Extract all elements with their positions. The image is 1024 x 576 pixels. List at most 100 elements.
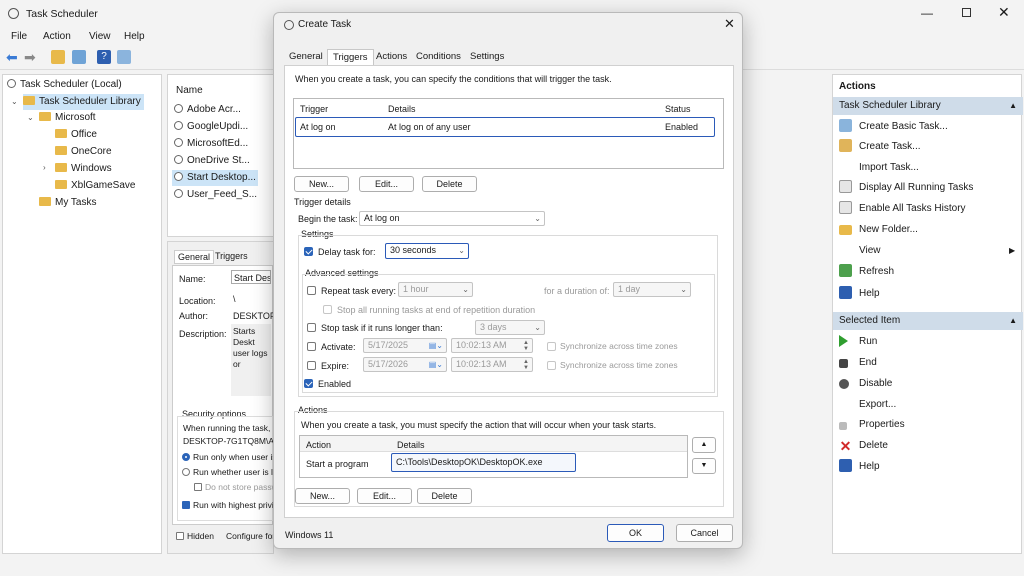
tree-xblgamesave[interactable]: XblGameSave	[55, 178, 135, 194]
action-display-running[interactable]: Display All Running Tasks	[839, 178, 973, 198]
action-end[interactable]: End	[839, 353, 877, 373]
dialog-close-icon[interactable]: ✕	[724, 16, 735, 32]
spinner-icon[interactable]: ▲ ▼	[523, 340, 529, 352]
menu-file[interactable]: File	[11, 31, 27, 42]
minimize-icon[interactable]: —	[921, 6, 933, 20]
action-help-item[interactable]: Help	[839, 457, 880, 477]
task-item-selected[interactable]: Start Desktop...	[172, 170, 258, 186]
action-delete[interactable]: ✕ Delete	[839, 436, 888, 456]
tree-root[interactable]: Task Scheduler (Local)	[7, 77, 122, 93]
trigger-edit-button[interactable]: Edit...	[359, 176, 414, 192]
action-type[interactable]: Start a program	[306, 459, 369, 469]
checkbox-store-password[interactable]: Do not store passwo	[194, 482, 282, 492]
tab-triggers[interactable]: Triggers	[215, 251, 248, 261]
stop-longer-select[interactable]: 3 days ⌄	[475, 320, 545, 335]
tab-general[interactable]: General	[284, 49, 328, 66]
menu-action[interactable]: Action	[43, 31, 71, 42]
tree-microsoft[interactable]: Microsoft	[39, 110, 96, 126]
action-help[interactable]: Help	[839, 284, 880, 304]
menu-help[interactable]: Help	[124, 31, 145, 42]
menu-view[interactable]: View	[89, 31, 111, 42]
col-action-details[interactable]: Details	[397, 440, 425, 450]
forward-arrow-icon[interactable]: ➡	[24, 49, 36, 66]
stop-all-checkbox[interactable]	[323, 305, 332, 314]
repeat-select[interactable]: 1 hour ⌄	[398, 282, 473, 297]
action-new-button[interactable]: New...	[295, 488, 350, 504]
maximize-icon[interactable]	[962, 8, 971, 17]
collapse-arrow-icon[interactable]: ▲	[1009, 312, 1017, 330]
action-create-basic-task[interactable]: Create Basic Task...	[839, 117, 948, 137]
name-column-header[interactable]: Name	[176, 85, 203, 96]
action-edit-button[interactable]: Edit...	[357, 488, 412, 504]
action-details-selected[interactable]: C:\Tools\DesktopOK\DesktopOK.exe	[391, 453, 576, 472]
duration-select[interactable]: 1 day ⌄	[613, 282, 691, 297]
action-import-task[interactable]: Import Task...	[839, 158, 919, 178]
section-library[interactable]: Task Scheduler Library ▲	[833, 97, 1023, 115]
activate-time[interactable]: 10:02:13 AM ▲ ▼	[451, 338, 533, 353]
calendar-icon[interactable]: ▤⌄	[429, 339, 443, 352]
col-details[interactable]: Details	[388, 104, 416, 114]
action-disable[interactable]: Disable	[839, 374, 892, 394]
show-pane-icon[interactable]	[72, 50, 86, 64]
name-value[interactable]: Start Deskt	[231, 270, 271, 284]
action-delete-button[interactable]: Delete	[417, 488, 472, 504]
checkbox-hidden[interactable]: Hidden	[176, 531, 214, 541]
task-item[interactable]: OneDrive St...	[174, 153, 250, 169]
sync-expire-checkbox[interactable]	[547, 361, 556, 370]
chevron-right-icon[interactable]: ›	[43, 163, 46, 172]
stop-longer-checkbox[interactable]	[307, 323, 316, 332]
enabled-checkbox[interactable]	[304, 379, 313, 388]
expire-date[interactable]: 5/17/2026 ▤⌄	[363, 357, 447, 372]
expire-time[interactable]: 10:02:13 AM ▲ ▼	[451, 357, 533, 372]
cancel-button[interactable]: Cancel	[676, 524, 733, 542]
tab-conditions[interactable]: Conditions	[411, 49, 466, 66]
tree-onecore[interactable]: OneCore	[55, 144, 112, 160]
radio-run-whether[interactable]: Run whether user is log	[182, 467, 282, 477]
collapse-arrow-icon[interactable]: ▲	[1009, 97, 1017, 115]
tree-library[interactable]: Task Scheduler Library	[23, 94, 144, 110]
close-icon[interactable]: ✕	[998, 4, 1010, 21]
radio-run-only-logged[interactable]: Run only when user is lo	[182, 452, 286, 462]
repeat-checkbox[interactable]	[307, 286, 316, 295]
task-item[interactable]: User_Feed_S...	[174, 187, 257, 203]
action-pane-icon[interactable]	[117, 50, 131, 64]
section-selected-item[interactable]: Selected Item ▲	[833, 312, 1023, 330]
begin-select[interactable]: At log on ⌄	[359, 211, 545, 226]
sync-activate-checkbox[interactable]	[547, 342, 556, 351]
expire-checkbox[interactable]	[307, 361, 316, 370]
tab-settings[interactable]: Settings	[465, 49, 509, 66]
trigger-new-button[interactable]: New...	[294, 176, 349, 192]
tree-windows[interactable]: Windows	[55, 161, 112, 177]
task-item[interactable]: GoogleUpdi...	[174, 119, 248, 135]
back-arrow-icon[interactable]: ⬅	[6, 49, 18, 66]
task-item[interactable]: Adobe Acr...	[174, 102, 241, 118]
tab-actions[interactable]: Actions	[371, 49, 412, 66]
activate-checkbox[interactable]	[307, 342, 316, 351]
trigger-row-selected[interactable]: At log on At log on of any user Enabled	[295, 117, 715, 137]
action-properties[interactable]: Properties	[839, 415, 905, 435]
checkbox-highest-privileges[interactable]: Run with highest privile	[182, 500, 280, 510]
tree-mytasks[interactable]: My Tasks	[39, 195, 97, 211]
action-run[interactable]: Run	[839, 332, 877, 352]
col-action[interactable]: Action	[306, 440, 331, 450]
chevron-down-icon[interactable]: ⌄	[11, 97, 18, 106]
action-refresh[interactable]: Refresh	[839, 262, 894, 282]
action-new-folder[interactable]: New Folder...	[839, 220, 918, 240]
tab-triggers[interactable]: Triggers	[327, 49, 374, 66]
move-up-button[interactable]: ▲	[692, 437, 716, 453]
activate-date[interactable]: 5/17/2025 ▤⌄	[363, 338, 447, 353]
move-down-button[interactable]: ▼	[692, 458, 716, 474]
trigger-delete-button[interactable]: Delete	[422, 176, 477, 192]
up-folder-icon[interactable]	[51, 50, 65, 64]
description-value[interactable]: Starts Deskt user logs or	[231, 324, 271, 396]
tab-general[interactable]: General	[174, 250, 215, 264]
spinner-icon[interactable]: ▲ ▼	[523, 359, 529, 371]
col-status[interactable]: Status	[665, 104, 691, 114]
action-export[interactable]: Export...	[839, 395, 896, 415]
delay-checkbox[interactable]	[304, 247, 313, 256]
col-trigger[interactable]: Trigger	[300, 104, 328, 114]
ok-button[interactable]: OK	[607, 524, 664, 542]
tree-office[interactable]: Office	[55, 127, 97, 143]
action-view[interactable]: View ▶	[839, 241, 1015, 261]
action-enable-history[interactable]: Enable All Tasks History	[839, 199, 966, 219]
